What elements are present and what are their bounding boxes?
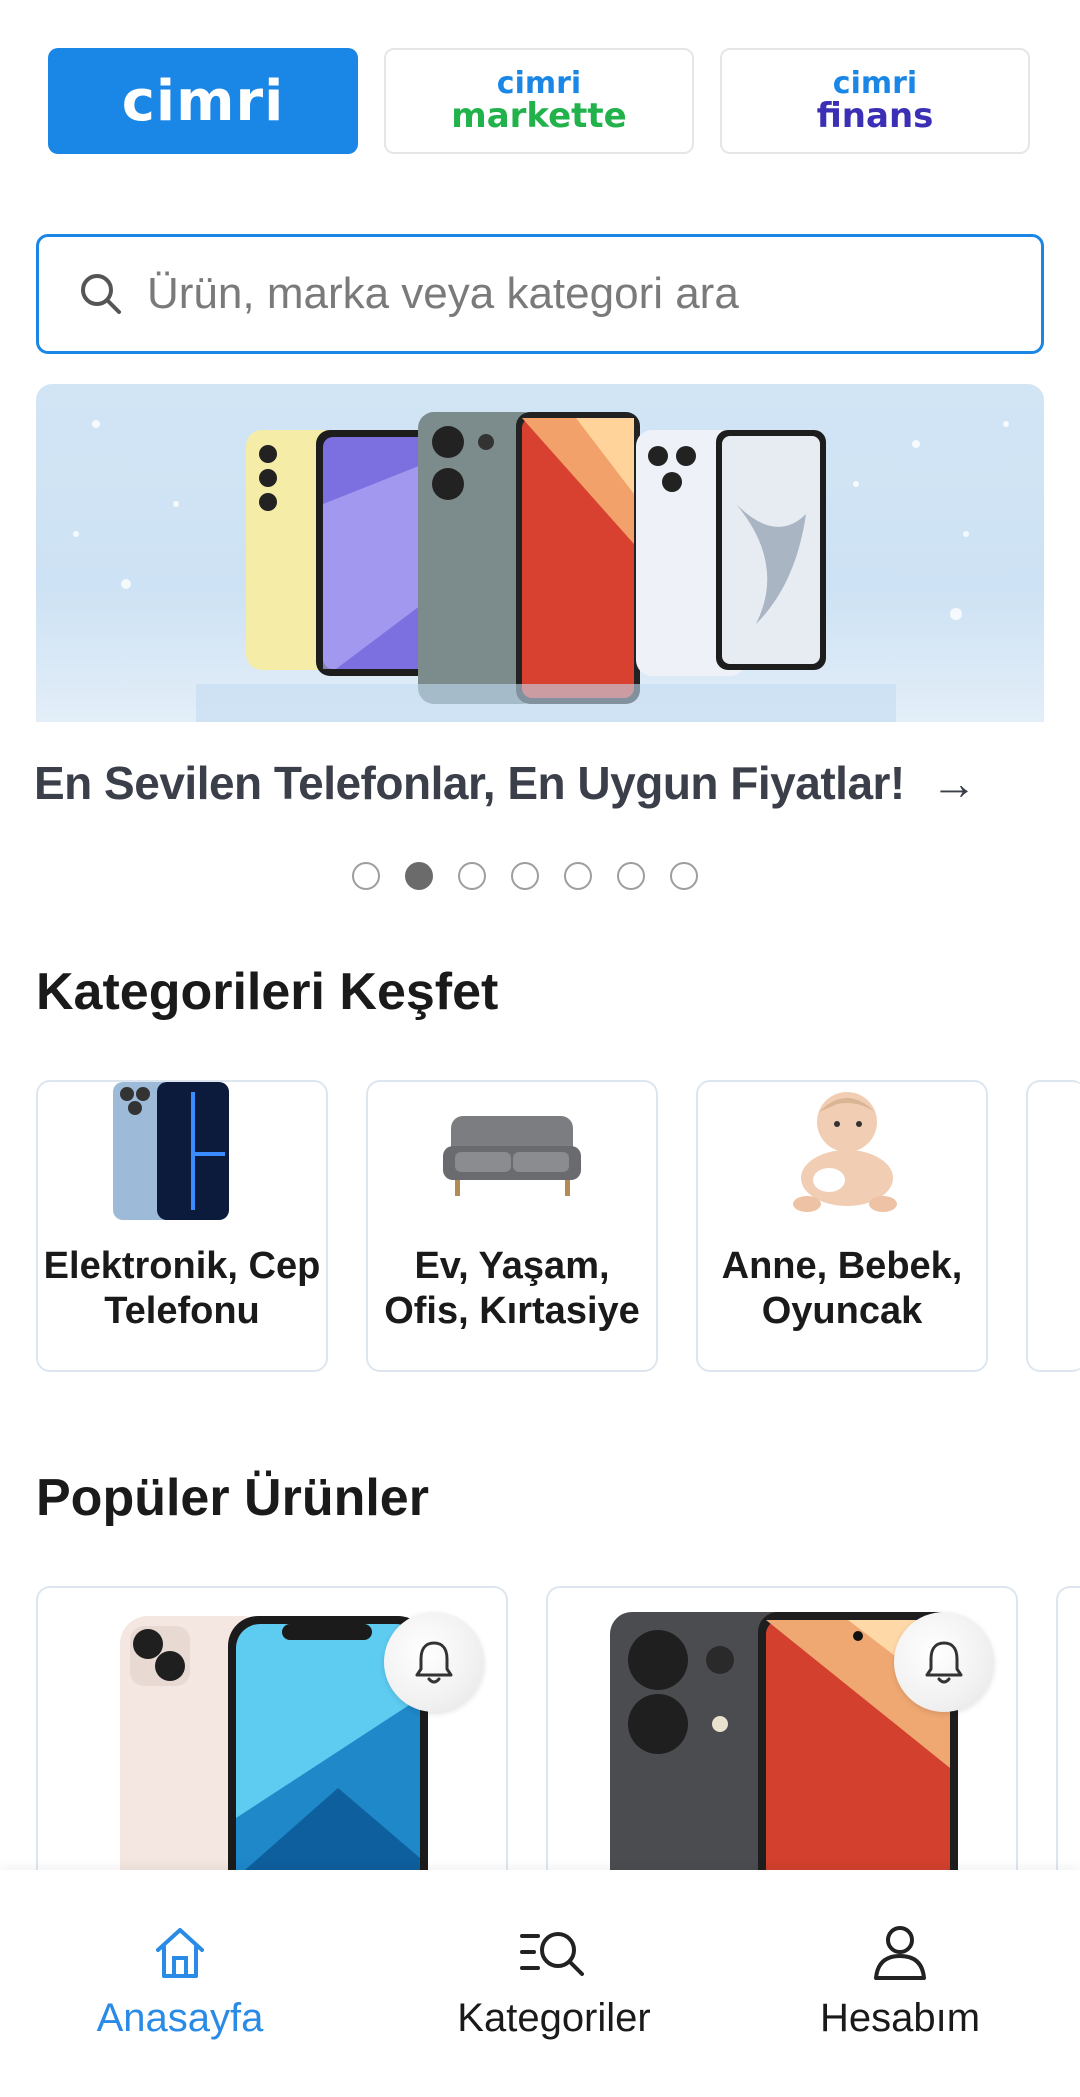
nav-account[interactable]: Hesabım — [750, 1870, 1050, 2097]
category-search-icon — [520, 1932, 584, 1976]
category-card-partial[interactable] — [1026, 1080, 1080, 1372]
brand-finans-sub: finans — [816, 96, 934, 136]
promo-banner[interactable] — [36, 384, 1044, 722]
carousel-dot[interactable] — [617, 862, 645, 890]
search-bar[interactable] — [36, 234, 1044, 354]
bell-icon — [415, 1641, 453, 1684]
search-input[interactable] — [145, 268, 1009, 320]
category-card-electronics[interactable]: Elektronik, Cep Telefonu — [36, 1080, 328, 1372]
carousel-dot[interactable] — [564, 862, 592, 890]
phone-image — [107, 1082, 257, 1220]
banner-caption-text: En Sevilen Telefonlar, En Uygun Fiyatlar… — [34, 757, 905, 809]
categories-section-title: Kategorileri Keşfet — [36, 963, 499, 1021]
nav-home-label: Anasayfa — [96, 1996, 264, 2040]
arrow-right-icon: → — [931, 757, 977, 809]
product-card[interactable] — [546, 1586, 1018, 1906]
brand-cimri-logo: cimri — [121, 68, 285, 134]
banner-caption[interactable]: En Sevilen Telefonlar, En Uygun Fiyatlar… — [34, 756, 977, 810]
bottom-nav: Anasayfa Kategoriler Hesabım — [0, 1870, 1080, 2097]
nav-account-label: Hesabım — [819, 1996, 981, 2040]
banner-phones-image — [73, 412, 1009, 722]
brand-markette-sub: markette — [451, 96, 627, 136]
nav-home[interactable]: Anasayfa — [30, 1870, 330, 2097]
nav-categories-label: Kategoriler — [457, 1996, 651, 2040]
category-label: Ev, Yaşam, Ofis, Kırtasiye — [384, 1245, 640, 1332]
popular-section-title: Popüler Ürünler — [36, 1469, 429, 1527]
product-card[interactable] — [36, 1586, 508, 1906]
baby-image — [767, 1082, 917, 1220]
user-icon — [874, 1926, 926, 1980]
carousel-dot[interactable] — [511, 862, 539, 890]
brand-markette-top: cimri — [496, 66, 582, 101]
carousel-dot-active[interactable] — [405, 862, 433, 890]
brand-tab-cimri-markette[interactable]: cimri markette — [384, 48, 694, 154]
price-alert-button[interactable] — [384, 1612, 484, 1712]
sofa-image — [437, 1082, 587, 1220]
carousel-dot[interactable] — [352, 862, 380, 890]
carousel-indicator — [352, 862, 698, 890]
category-card-home[interactable]: Ev, Yaşam, Ofis, Kırtasiye — [366, 1080, 658, 1372]
category-label: Anne, Bebek, Oyuncak — [721, 1245, 963, 1332]
home-icon — [156, 1928, 204, 1978]
bell-icon — [925, 1641, 963, 1684]
brand-tab-cimri-finans[interactable]: cimri finans — [720, 48, 1030, 154]
carousel-dot[interactable] — [670, 862, 698, 890]
product-card-partial[interactable] — [1056, 1586, 1080, 1906]
category-label: Elektronik, Cep Telefonu — [43, 1245, 321, 1332]
category-card-baby[interactable]: Anne, Bebek, Oyuncak — [696, 1080, 988, 1372]
nav-categories[interactable]: Kategoriler — [404, 1870, 704, 2097]
search-icon — [81, 274, 121, 314]
brand-tab-cimri[interactable]: cimri — [48, 48, 358, 154]
brand-finans-top: cimri — [832, 66, 918, 101]
carousel-dot[interactable] — [458, 862, 486, 890]
price-alert-button[interactable] — [894, 1612, 994, 1712]
